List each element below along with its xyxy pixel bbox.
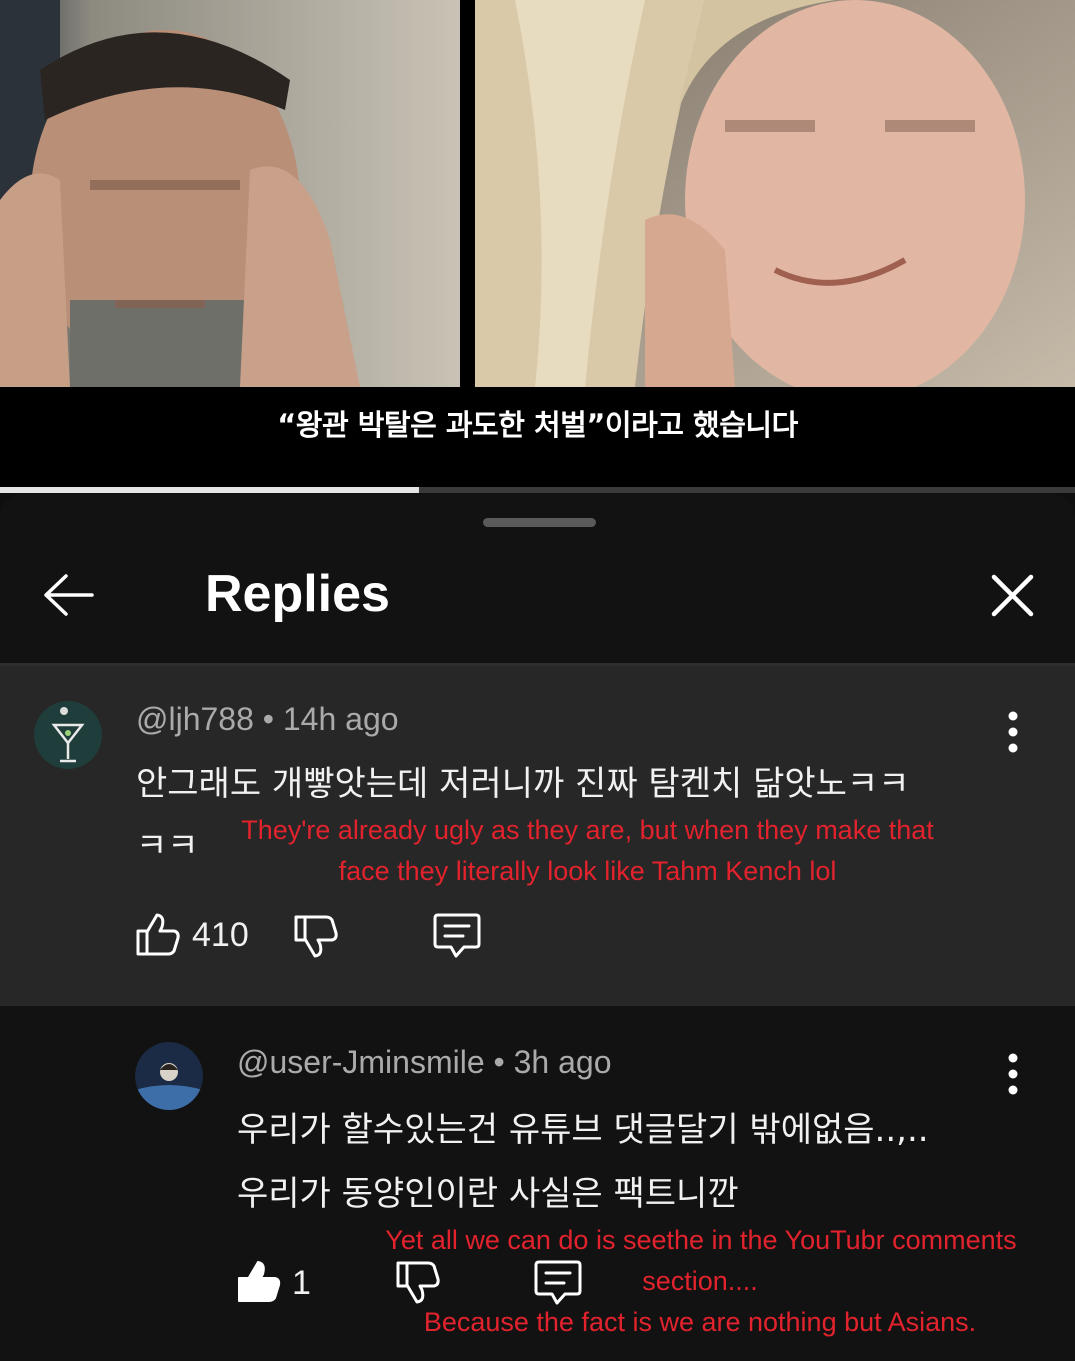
video-player[interactable]: “왕관 박탈은 과도한 처벌”이라고 했습니다 <box>0 0 1075 490</box>
reply-button[interactable] <box>533 1258 583 1310</box>
more-options-button[interactable] <box>998 708 1028 758</box>
more-vertical-icon <box>1008 711 1018 753</box>
like-button[interactable] <box>236 1258 282 1308</box>
video-frame-right-person <box>475 0 1075 387</box>
like-count: 1 <box>292 1264 311 1302</box>
translation-line: They're already ugly as they are, but wh… <box>241 815 934 845</box>
comment-text-line: 안그래도 개빻앗는데 저러니까 진짜 탐켄치 닮앗노ㅋㅋ <box>136 764 910 804</box>
reply-button[interactable] <box>432 911 482 963</box>
comment-icon <box>433 913 481 958</box>
panel-title: Replies <box>205 565 390 623</box>
back-button[interactable] <box>40 564 100 626</box>
thumbs-down-icon <box>294 915 338 958</box>
translation-line: section.... <box>642 1266 758 1296</box>
comment-text-line: ㅋㅋ <box>136 826 199 866</box>
more-options-button[interactable] <box>998 1050 1028 1100</box>
video-frame-left-person <box>0 0 460 387</box>
comment-icon <box>534 1260 582 1305</box>
avatar[interactable] <box>135 1042 203 1110</box>
avatar[interactable] <box>34 701 102 769</box>
like-count: 410 <box>192 916 249 954</box>
translation-line: Because the fact is we are nothing but A… <box>423 1307 977 1337</box>
close-button[interactable] <box>985 568 1040 623</box>
arrow-left-icon <box>44 574 94 616</box>
comment-meta: @user-Jminsmile • 3h ago <box>237 1044 612 1080</box>
cocktail-glass-icon <box>34 701 102 769</box>
like-button[interactable] <box>135 911 181 961</box>
comment-time: 3h ago <box>513 1044 612 1080</box>
drag-handle[interactable] <box>483 518 596 527</box>
video-subtitle: “왕관 박탈은 과도한 처벌”이라고 했습니다 <box>277 408 798 442</box>
comment-time: 14h ago <box>282 701 399 737</box>
dislike-button[interactable] <box>293 914 339 964</box>
translation-line: Yet all we can do is seethe in the YouTu… <box>385 1225 1017 1255</box>
video-progress-bar[interactable] <box>0 487 1075 493</box>
thumbs-up-icon <box>136 913 180 956</box>
replies-panel: Replies @ljh788 • 14h ago 안그래도 개빻앗는데 저러니… <box>0 494 1075 1361</box>
comment-meta: @ljh788 • 14h ago <box>136 701 399 737</box>
highlighted-comment: @ljh788 • 14h ago 안그래도 개빻앗는데 저러니까 진짜 탐켄치… <box>0 666 1075 1006</box>
close-icon <box>991 574 1034 617</box>
video-progress-fill <box>0 487 420 493</box>
comment-author[interactable]: @ljh788 <box>136 701 254 737</box>
thumbs-up-filled-icon <box>238 1261 281 1302</box>
comment-text-line: 우리가 할수있는건 유튜브 댓글달기 밖에없음..,.. <box>237 1110 929 1150</box>
comment-text-line: 우리가 동양인이란 사실은 팩트니깐 <box>237 1174 739 1214</box>
dislike-button[interactable] <box>395 1260 441 1310</box>
comment-author[interactable]: @user-Jminsmile <box>237 1044 485 1080</box>
translation-line: face they literally look like Tahm Kench… <box>338 856 837 886</box>
character-avatar-icon <box>135 1042 203 1110</box>
thumbs-down-icon <box>396 1261 440 1304</box>
more-vertical-icon <box>1008 1053 1018 1095</box>
